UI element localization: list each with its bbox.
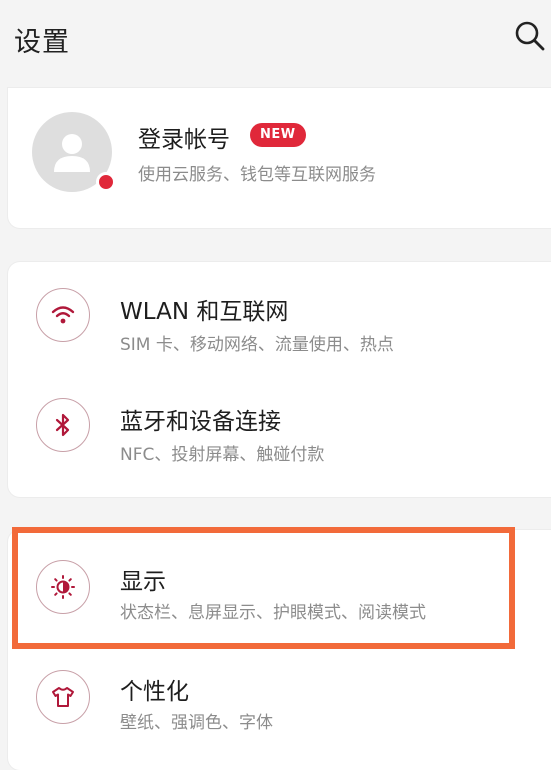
connectivity-card: WLAN 和互联网 SIM 卡、移动网络、流量使用、热点 蓝牙和设备连接 NFC… xyxy=(8,262,551,497)
wifi-icon xyxy=(36,288,90,342)
app-header: 设置 xyxy=(0,0,551,80)
settings-item-title: 蓝牙和设备连接 xyxy=(120,409,281,435)
settings-item-subtitle: NFC、投射屏幕、触碰付款 xyxy=(120,445,325,465)
settings-item-bluetooth[interactable]: 蓝牙和设备连接 NFC、投射屏幕、触碰付款 xyxy=(8,372,551,480)
page-title: 设置 xyxy=(14,27,70,58)
settings-item-title: 显示 xyxy=(120,569,166,595)
settings-item-personalization[interactable]: 个性化 壁纸、强调色、字体 xyxy=(8,640,551,748)
account-subtitle: 使用云服务、钱包等互联网服务 xyxy=(138,165,376,185)
display-card: 显示 状态栏、息屏显示、护眼模式、阅读模式 个性化 壁纸、强调色、字体 xyxy=(8,530,551,770)
settings-item-display[interactable]: 显示 状态栏、息屏显示、护眼模式、阅读模式 xyxy=(8,530,551,638)
settings-item-subtitle: SIM 卡、移动网络、流量使用、热点 xyxy=(120,335,394,355)
bluetooth-icon xyxy=(36,398,90,452)
search-icon[interactable] xyxy=(512,18,548,54)
account-card[interactable]: 登录帐号 NEW 使用云服务、钱包等互联网服务 xyxy=(8,88,551,228)
account-title: 登录帐号 xyxy=(138,127,230,153)
brightness-icon xyxy=(36,560,90,614)
settings-item-wlan[interactable]: WLAN 和互联网 SIM 卡、移动网络、流量使用、热点 xyxy=(8,262,551,370)
settings-item-title: 个性化 xyxy=(120,679,189,705)
settings-item-subtitle: 壁纸、强调色、字体 xyxy=(120,713,273,733)
tshirt-icon xyxy=(36,670,90,724)
notification-dot xyxy=(96,172,116,192)
new-badge: NEW xyxy=(250,123,306,147)
settings-item-subtitle: 状态栏、息屏显示、护眼模式、阅读模式 xyxy=(120,603,426,623)
settings-item-title: WLAN 和互联网 xyxy=(120,299,289,325)
